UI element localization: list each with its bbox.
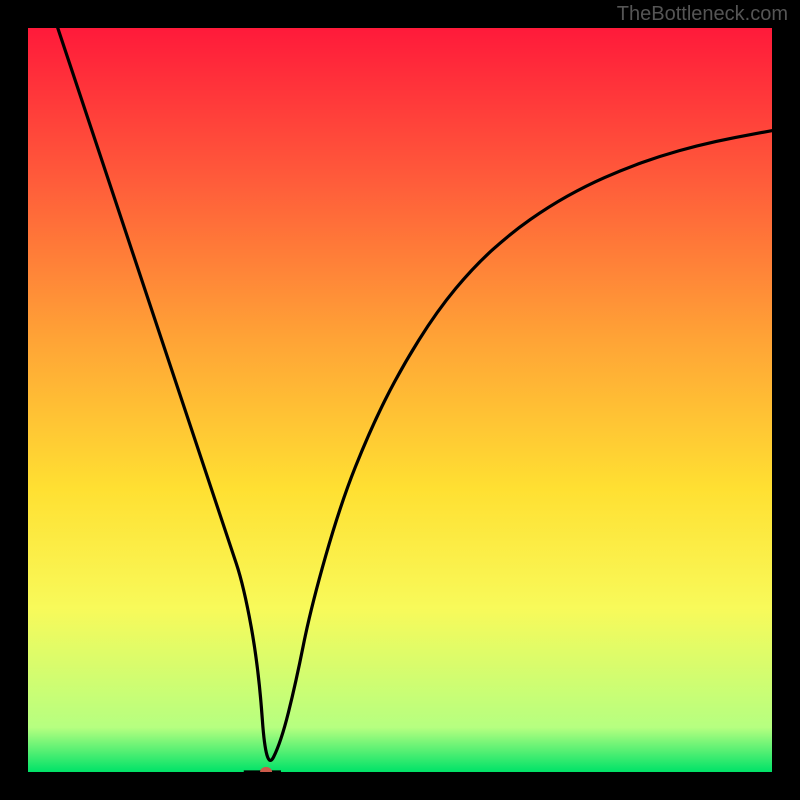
plot-area (28, 28, 772, 772)
watermark-text: TheBottleneck.com (617, 3, 788, 26)
chart-container: TheBottleneck.com (0, 0, 800, 800)
chart-svg (28, 28, 772, 772)
